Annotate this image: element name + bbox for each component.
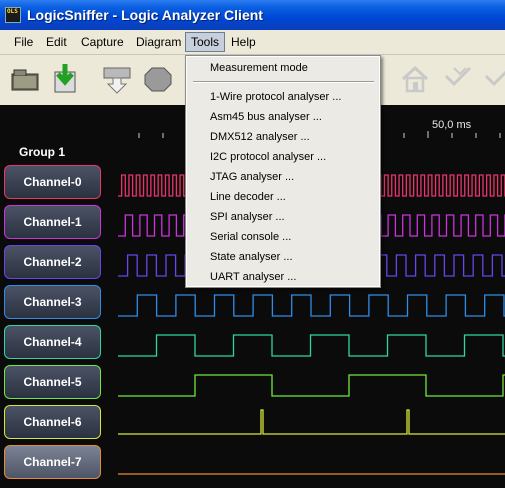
channel-5-label[interactable]: Channel-5 xyxy=(4,365,101,399)
channel-6-label[interactable]: Channel-6 xyxy=(4,405,101,439)
open-icon[interactable] xyxy=(8,62,42,96)
channel-4-waveform xyxy=(118,334,505,357)
app-icon: OLS xyxy=(5,7,21,23)
menu-diagram[interactable]: Diagram xyxy=(136,35,181,49)
menu-edit[interactable]: Edit xyxy=(46,35,67,49)
stop-icon[interactable] xyxy=(141,62,175,96)
menu-item-i2c[interactable]: I2C protocol analyser ... xyxy=(210,151,326,163)
menu-bar: File Edit Capture Diagram Tools Help xyxy=(0,30,505,55)
channel-3-label[interactable]: Channel-3 xyxy=(4,285,101,319)
menu-item-asm45[interactable]: Asm45 bus analyser ... xyxy=(210,111,322,123)
menu-item-state[interactable]: State analyser ... xyxy=(210,251,293,263)
tools-menu: Measurement mode 1-Wire protocol analyse… xyxy=(185,55,381,288)
menu-item-uart[interactable]: UART analyser ... xyxy=(210,271,296,283)
group-label: Group 1 xyxy=(19,145,66,159)
menu-tools[interactable]: Tools xyxy=(185,32,226,52)
menu-file[interactable]: File xyxy=(14,35,33,49)
channel-2-label[interactable]: Channel-2 xyxy=(4,245,101,279)
channel-5-waveform xyxy=(118,374,505,397)
home-icon[interactable] xyxy=(398,62,432,96)
channel-6-waveform xyxy=(118,409,505,435)
menu-item-dmx512[interactable]: DMX512 analyser ... xyxy=(210,131,310,143)
menu-capture[interactable]: Capture xyxy=(81,35,124,49)
capture-icon[interactable] xyxy=(100,62,134,96)
title-bar: OLS LogicSniffer - Logic Analyzer Client xyxy=(0,0,505,30)
channel-4-label[interactable]: Channel-4 xyxy=(4,325,101,359)
channel-3-waveform xyxy=(118,294,505,317)
ruler-time-label: 50,0 ms xyxy=(432,119,472,131)
menu-help[interactable]: Help xyxy=(231,35,256,49)
menu-item-measurement-mode[interactable]: Measurement mode xyxy=(210,62,308,74)
window-title: LogicSniffer - Logic Analyzer Client xyxy=(27,7,263,23)
zoom-in-icon[interactable] xyxy=(440,62,474,96)
menu-item-jtag[interactable]: JTAG analyser ... xyxy=(210,171,294,183)
channel-1-label[interactable]: Channel-1 xyxy=(4,205,101,239)
menu-separator xyxy=(193,81,374,83)
menu-item-1wire[interactable]: 1-Wire protocol analyser ... xyxy=(210,91,341,103)
zoom-out-icon[interactable] xyxy=(480,62,505,96)
menu-item-line-decoder[interactable]: Line decoder ... xyxy=(210,191,286,203)
menu-item-spi[interactable]: SPI analyser ... xyxy=(210,211,285,223)
channel-7-label[interactable]: Channel-7 xyxy=(4,445,101,479)
channel-0-label[interactable]: Channel-0 xyxy=(4,165,101,199)
menu-item-serial-console[interactable]: Serial console ... xyxy=(210,231,291,243)
save-icon[interactable] xyxy=(48,62,82,96)
